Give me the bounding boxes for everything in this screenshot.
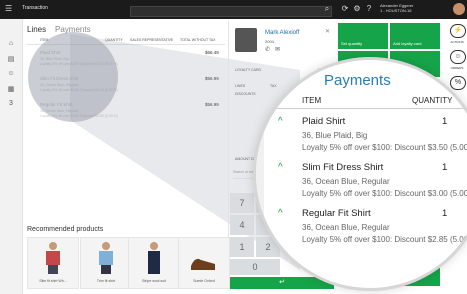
magnified-title: Payments — [324, 72, 391, 89]
magnified-col-qty: QUANTITY — [412, 96, 453, 105]
magnified-col-item: ITEM — [302, 96, 322, 105]
expand-icon[interactable]: ^ — [278, 162, 283, 173]
product-label: Slim fit shirt Wh... — [39, 279, 67, 283]
add-loyalty-card-tile[interactable]: Add loyalty card — [390, 23, 440, 49]
customer-account: 2004 — [265, 39, 274, 44]
magnified-item-qty: 1 — [442, 208, 448, 219]
magnified-item-discount: Loyalty 5% off over $100: Discount $3.50… — [302, 143, 467, 152]
magnified-item-qty: 1 — [442, 162, 448, 173]
expand-icon[interactable]: ^ — [278, 116, 283, 127]
magnified-item-discount: Loyalty 5% off over $100: Discount $2.85… — [302, 235, 467, 244]
actions-icon[interactable]: ⚡ — [450, 24, 466, 38]
product-card[interactable]: Slim fit shirt Wh... — [27, 237, 79, 289]
customer-photo[interactable] — [235, 28, 257, 52]
phone-icon[interactable]: ✆ — [265, 46, 270, 53]
key-4[interactable]: 4 — [230, 215, 254, 235]
magnified-item-name: Slim Fit Dress Shirt — [302, 162, 384, 173]
product-label: Suede Oxford — [193, 279, 215, 283]
magnified-left-bar — [256, 108, 264, 288]
recommended-title: Recommended products — [27, 226, 104, 233]
magnified-item-variant: 36, Ocean Blue, Regular — [302, 177, 390, 186]
tile-label: Add loyalty card — [393, 41, 422, 46]
product-label: Trim fit shirt — [96, 279, 116, 283]
product-label: Stripe wool suit — [142, 279, 166, 283]
magnified-item-discount: Loyalty 5% off over $100: Discount $3.00… — [302, 189, 467, 198]
customer-name[interactable]: Mark Alexioff — [265, 30, 299, 36]
divider — [256, 108, 467, 109]
product-card[interactable]: Suede Oxford — [178, 237, 230, 289]
set-quantity-tile[interactable]: Set quantity — [338, 23, 388, 49]
magnified-item-qty: 1 — [442, 116, 448, 127]
mail-icon[interactable]: ✉ — [275, 46, 280, 53]
product-image — [148, 242, 160, 274]
tile-label: Set quantity — [341, 41, 363, 46]
magnifier-lens: Payments ITEM QUANTITY ^ Plaid Shirt 1 3… — [256, 60, 467, 288]
lines-label: LINES — [235, 84, 246, 88]
key-1[interactable]: 1 — [230, 237, 254, 257]
expand-icon[interactable]: ^ — [278, 208, 283, 219]
product-image — [99, 242, 113, 274]
magnified-item-variant: 36, Ocean Blue, Regular — [302, 223, 390, 232]
amount-due-label: AMOUNT DUE — [235, 157, 259, 161]
product-image — [191, 258, 215, 270]
key-7[interactable]: 7 — [230, 193, 254, 213]
magnified-item-variant: 36, Blue Plaid, Big — [302, 131, 368, 140]
close-icon[interactable]: ✕ — [325, 28, 330, 35]
product-image — [46, 242, 60, 274]
discounts-label: DISCOUNTS — [235, 92, 256, 96]
actions-label: ACTIONS — [450, 40, 464, 44]
product-card[interactable]: Trim fit shirt — [80, 237, 132, 289]
magnified-item-name: Regular Fit Shirt — [302, 208, 371, 219]
magnified-item-name: Plaid Shirt — [302, 116, 346, 127]
product-card[interactable]: Stripe wool suit — [128, 237, 180, 289]
